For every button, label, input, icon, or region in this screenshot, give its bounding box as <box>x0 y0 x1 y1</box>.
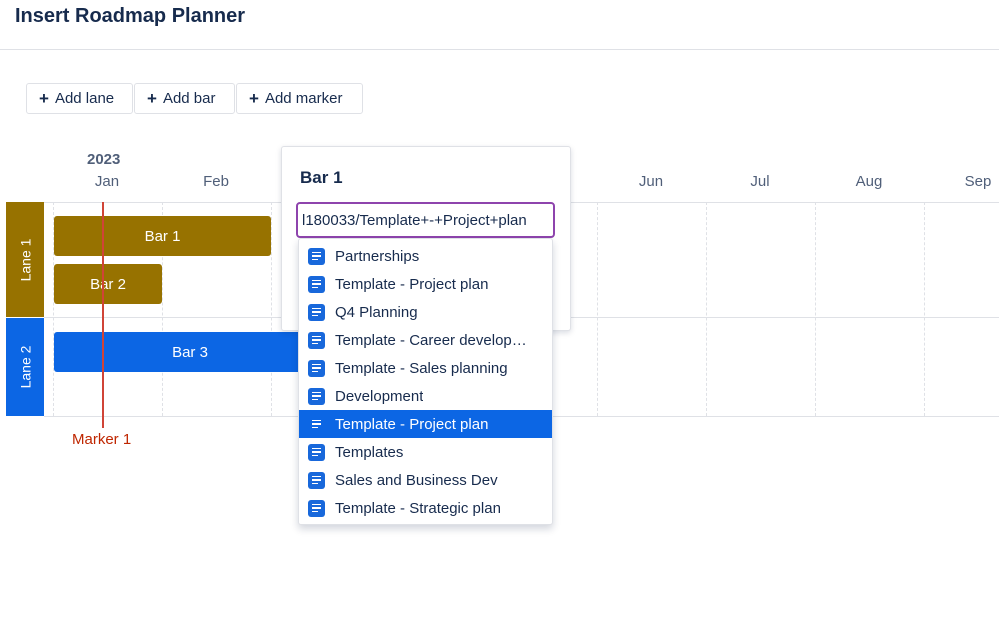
month-jul: Jul <box>750 173 770 190</box>
suggestion-label: Template - Sales planning <box>335 359 508 377</box>
suggestion-label: Partnerships <box>335 247 420 265</box>
add-marker-button[interactable]: + Add marker <box>236 83 363 114</box>
suggestion-item[interactable]: Sales and Business Dev <box>299 466 552 494</box>
bar-1[interactable]: Bar 1 <box>54 216 271 256</box>
suggestion-label: Template - Project plan <box>335 415 489 433</box>
suggestion-item[interactable]: Q4 Planning <box>299 298 552 326</box>
page-icon <box>308 387 325 405</box>
add-marker-label: Add marker <box>264 90 343 107</box>
page-link-input[interactable] <box>296 202 555 238</box>
page-icon <box>308 275 325 293</box>
suggestion-label: Q4 Planning <box>335 303 418 321</box>
page-title: Insert Roadmap Planner <box>15 5 246 27</box>
page-icon <box>308 331 325 349</box>
suggestion-label: Template - Project plan <box>335 275 489 293</box>
lane-1-header[interactable]: Lane 1 <box>6 202 44 317</box>
suggestion-item[interactable]: Development <box>299 382 552 410</box>
bar-label: Bar 2 <box>90 275 126 293</box>
page-icon <box>308 359 325 377</box>
suggestion-item[interactable]: Templates <box>299 438 552 466</box>
header-divider <box>0 49 999 50</box>
suggestion-item[interactable]: Template - Strategic plan <box>299 494 552 522</box>
plus-icon: + <box>249 89 259 108</box>
add-lane-label: Add lane <box>54 90 115 107</box>
bar-label: Bar 3 <box>172 343 208 361</box>
add-bar-label: Add bar <box>162 90 216 107</box>
month-jun: Jun <box>638 173 664 190</box>
bar-label: Bar 1 <box>144 227 181 245</box>
add-lane-button[interactable]: + Add lane <box>26 83 133 114</box>
page-icon <box>308 303 325 321</box>
suggestion-label: Template - Strategic plan <box>335 499 501 517</box>
timeline-year: 2023 <box>87 151 121 168</box>
lane-2-header[interactable]: Lane 2 <box>6 318 44 416</box>
grid-column-line <box>597 202 598 416</box>
lane-label: Lane 2 <box>17 345 34 389</box>
lane-label: Lane 1 <box>17 238 34 281</box>
bar-3[interactable]: Bar 3 <box>54 332 326 372</box>
marker-line[interactable] <box>102 202 104 428</box>
month-jan: Jan <box>94 173 120 190</box>
page-suggestions-dropdown: Partnerships Template - Project plan Q4 … <box>298 238 553 525</box>
grid-column-line <box>706 202 707 416</box>
suggestion-label: Sales and Business Dev <box>335 471 498 489</box>
page-icon <box>308 471 325 489</box>
bar-editor-title: Bar 1 <box>300 168 343 187</box>
suggestion-item[interactable]: Partnerships <box>299 242 552 270</box>
month-aug: Aug <box>855 173 883 190</box>
suggestion-item[interactable]: Template - Sales planning <box>299 354 552 382</box>
page-icon <box>308 499 325 517</box>
suggestion-item-selected[interactable]: Template - Project plan <box>299 410 552 438</box>
month-sep: Sep <box>964 173 992 190</box>
plus-icon: + <box>147 89 157 108</box>
month-feb: Feb <box>203 173 229 190</box>
plus-icon: + <box>39 89 49 108</box>
suggestion-label: Template - Career develop… <box>335 331 527 349</box>
add-bar-button[interactable]: + Add bar <box>134 83 235 114</box>
page-icon <box>308 247 325 265</box>
marker-label[interactable]: Marker 1 <box>72 431 131 448</box>
suggestion-label: Development <box>335 387 424 405</box>
bar-2[interactable]: Bar 2 <box>54 264 162 304</box>
page-icon <box>308 416 325 433</box>
grid-column-line <box>815 202 816 416</box>
suggestion-item[interactable]: Template - Project plan <box>299 270 552 298</box>
grid-column-line <box>924 202 925 416</box>
grid-column-line <box>271 202 272 416</box>
suggestion-item[interactable]: Template - Career develop… <box>299 326 552 354</box>
suggestion-label: Templates <box>335 443 404 461</box>
page-icon <box>308 443 325 461</box>
